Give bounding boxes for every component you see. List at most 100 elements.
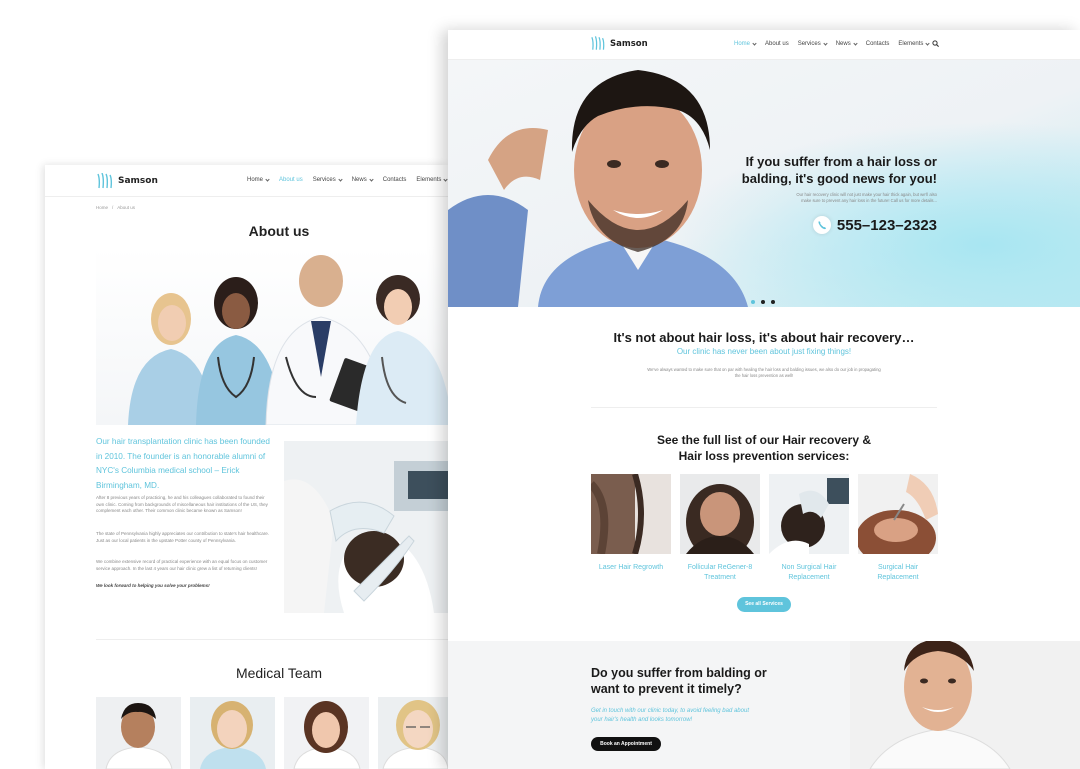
slider-dot[interactable]: [771, 300, 775, 304]
logo-text: Samson: [610, 38, 648, 49]
phone-number: 555–123–2323: [836, 216, 937, 234]
hero-text-line-2: make sure to prevent any hair loss in th…: [801, 198, 937, 203]
chevron-down-icon: [369, 176, 374, 182]
service-link[interactable]: Surgical Hair Replacement: [858, 563, 938, 583]
service-link[interactable]: Non Surgical Hair Replacement: [769, 563, 849, 583]
menu-item-label: About us: [765, 41, 789, 47]
hero-text: Our hair recovery clinic will not just m…: [796, 192, 937, 204]
about-menu-item-contacts[interactable]: Contacts: [383, 177, 407, 183]
page-title: About us: [248, 223, 310, 239]
breadcrumb-home[interactable]: Home: [96, 205, 108, 210]
about-menu-item-news[interactable]: News: [351, 176, 374, 183]
hero-heading-line-2: balding, it's good news for you!: [741, 171, 937, 186]
service-label-line1: Surgical Hair: [877, 564, 919, 571]
about-closing: We look forward to helping you solve you…: [96, 583, 210, 588]
about-paragraph-3: We combine extensive record of practical…: [96, 559, 268, 571]
service-link[interactable]: Follicular ReGener-8 Treatment: [680, 563, 760, 583]
team-photo: [96, 247, 448, 425]
hero-heading-line-1: If you suffer from a hair loss or: [745, 154, 937, 169]
home-menu-item-about-us[interactable]: About us: [765, 41, 789, 47]
team-title: Medical Team: [235, 665, 323, 681]
home-menu-item-contacts[interactable]: Contacts: [866, 41, 890, 47]
about-header: Samson Home About us Services News Contacts E…: [45, 165, 448, 197]
home-menu-item-services[interactable]: Services: [797, 40, 828, 47]
intro-text-line-2: the hair loss prevention as well!: [734, 373, 794, 378]
team-member-photo[interactable]: [378, 697, 448, 769]
service-image[interactable]: [680, 474, 760, 554]
cta-portrait: [850, 641, 1080, 769]
service-label-line1: Non Surgical Hair: [781, 564, 837, 571]
breadcrumb-separator: /: [112, 205, 114, 210]
search-icon[interactable]: [932, 40, 939, 47]
about-paragraph-1: After 8 previous years of practicing, he…: [96, 495, 268, 513]
about-menu-item-elements[interactable]: Elements: [416, 176, 448, 183]
chevron-down-icon: [853, 40, 858, 46]
services-heading-line-2: Hair loss prevention services:: [678, 449, 850, 463]
hero-phone[interactable]: 555–123–2323: [812, 216, 937, 234]
team-member-photo[interactable]: [96, 697, 181, 769]
about-paragraph-2: The state of Pennsylvania highly appreci…: [96, 531, 269, 543]
breadcrumb: Home / About us: [96, 205, 135, 210]
about-page: Samson Home About us Services News Contacts E…: [45, 165, 448, 769]
treatment-photo: [284, 441, 448, 613]
home-main-menu: Home About us Services News Contacts Elements: [734, 40, 931, 47]
section-divider: [591, 407, 937, 408]
intro-subheading: Our clinic has never been about just fix…: [676, 347, 852, 356]
services-heading-line-1: See the full list of our Hair recovery &: [656, 433, 872, 447]
chevron-down-icon: [265, 176, 270, 182]
cta-text-line-2: your hair's health and looks tomorrow!: [591, 717, 693, 723]
menu-item-label: Services: [797, 41, 821, 47]
team-member-photo[interactable]: [190, 697, 275, 769]
book-appointment-button[interactable]: Book an Appointment: [591, 737, 661, 751]
service-link[interactable]: Laser Hair Regrowth: [591, 563, 671, 573]
cta-heading-line-2: want to prevent it timely?: [591, 682, 742, 696]
service-image[interactable]: [591, 474, 671, 554]
home-menu-item-elements[interactable]: Elements: [898, 40, 931, 47]
home-menu-item-news[interactable]: News: [835, 40, 858, 47]
chevron-down-icon: [823, 40, 828, 46]
about-intro: Our hair transplantation clinic has been…: [96, 437, 270, 490]
about-logo[interactable]: Samson: [97, 173, 158, 189]
menu-item-label: Contacts: [382, 177, 407, 183]
service-label-line2: Replacement: [877, 574, 919, 581]
service-label-line1: Laser Hair Regrowth: [598, 564, 664, 571]
intro-text: We've always wanted to make sure that on…: [448, 367, 1080, 379]
cta-section: Do you suffer from balding or want to pr…: [448, 641, 1080, 769]
home-header: Samson Home About us Services News Contacts E…: [448, 30, 1080, 60]
hero-slider: If you suffer from a hair loss or baldin…: [448, 60, 1080, 307]
chevron-down-icon: [752, 40, 757, 46]
slider-dots: [751, 300, 775, 304]
menu-item-label: News: [835, 41, 851, 47]
phone-icon: [812, 216, 831, 234]
menu-item-label: Contacts: [865, 41, 890, 47]
cta-heading-line-1: Do you suffer from balding or: [591, 666, 767, 680]
menu-item-label: Services: [312, 177, 336, 183]
team-member-photo[interactable]: [284, 697, 369, 769]
about-main-menu: Home About us Services News Contacts Elements: [247, 176, 448, 183]
cta-text: Get in touch with our clinic today, to a…: [591, 707, 749, 725]
menu-item-label: Home: [734, 41, 751, 47]
about-menu-item-services[interactable]: Services: [312, 176, 343, 183]
chevron-down-icon: [925, 40, 931, 46]
menu-item-label: Elements: [898, 41, 924, 47]
home-logo[interactable]: Samson: [591, 36, 648, 51]
about-menu-item-about-us[interactable]: About us: [279, 177, 303, 183]
service-label-line2: Replacement: [788, 574, 830, 581]
service-image[interactable]: [769, 474, 849, 554]
home-menu-item-home[interactable]: Home: [734, 40, 757, 47]
menu-item-label: News: [351, 177, 367, 183]
service-image[interactable]: [858, 474, 938, 554]
about-menu-item-home[interactable]: Home: [247, 176, 270, 183]
slider-dot[interactable]: [751, 300, 755, 304]
hero-heading: If you suffer from a hair loss or baldin…: [742, 153, 937, 187]
section-divider: [96, 639, 448, 640]
see-all-services-button[interactable]: See all Services: [737, 597, 791, 612]
logo-hair-icon: [97, 173, 113, 189]
services-heading: See the full list of our Hair recovery &…: [448, 432, 1080, 464]
menu-item-label: Elements: [416, 177, 442, 183]
showcase-canvas: Samson Home About us Services News Contacts E…: [0, 0, 1080, 769]
cta-text-line-1: Get in touch with our clinic today, to a…: [591, 708, 749, 714]
slider-dot[interactable]: [761, 300, 765, 304]
menu-item-label: About us: [279, 177, 303, 183]
home-page: Samson Home About us Services News Contacts E…: [448, 30, 1080, 769]
